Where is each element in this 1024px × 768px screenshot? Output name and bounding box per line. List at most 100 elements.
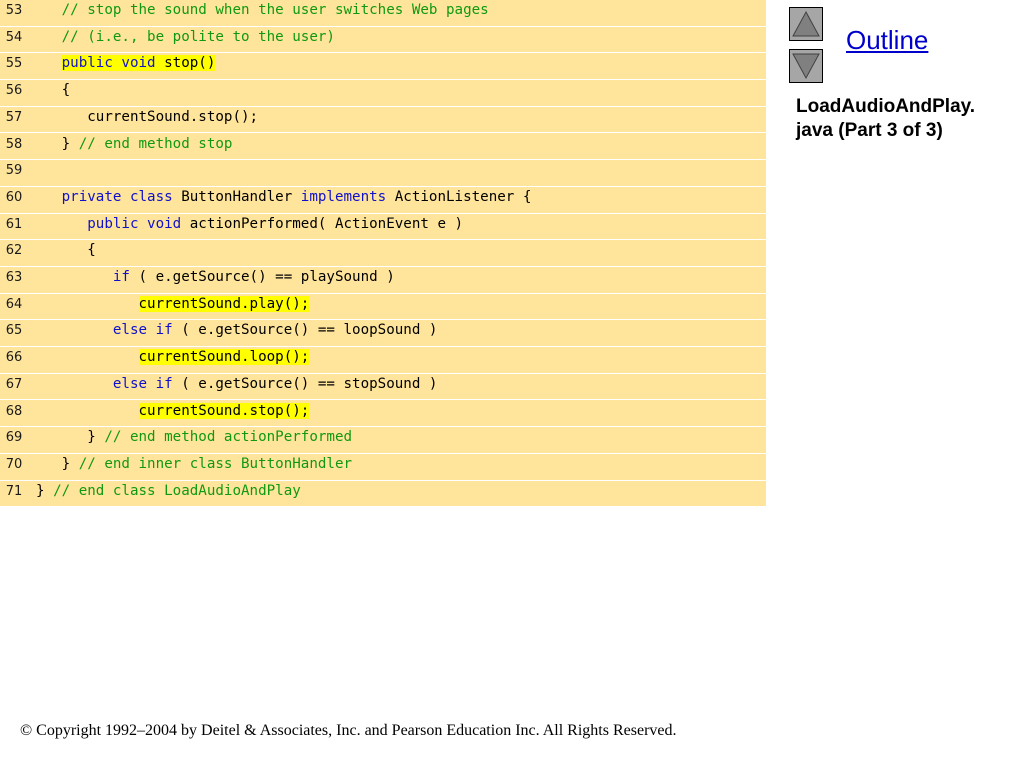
code-listing: 53 // stop the sound when the user switc…: [0, 0, 766, 506]
comment-token: // (i.e., be polite to the user): [61, 28, 335, 45]
triangle-down-icon: [792, 53, 820, 80]
line-number: 59: [5, 163, 23, 179]
code-token: stop(): [155, 55, 216, 72]
line-number: 57: [5, 109, 23, 125]
code-line: 53 // stop the sound when the user switc…: [0, 0, 766, 27]
code-text: {: [36, 240, 96, 266]
line-number: 63: [5, 270, 23, 285]
code-token: currentSound.stop();: [36, 108, 259, 125]
code-text: } // end inner class ButtonHandler: [36, 454, 352, 480]
line-number: 60: [5, 189, 23, 205]
code-text: } // end method actionPerformed: [36, 427, 352, 453]
line-number: 58: [5, 136, 23, 152]
outline-link[interactable]: Outline: [846, 25, 928, 56]
keyword-token: public void: [61, 55, 156, 72]
code-line: 61 public void actionPerformed( ActionEv…: [0, 214, 766, 241]
code-token: }: [36, 429, 105, 446]
file-title-line-2: java (Part 3 of 3): [796, 120, 943, 141]
line-number: 69: [5, 430, 23, 446]
keyword-token: if: [112, 269, 130, 285]
keyword-token: implements: [300, 188, 387, 205]
code-text: else if ( e.getSource() == stopSound ): [36, 374, 438, 400]
code-token: {: [36, 82, 71, 99]
code-text: currentSound.stop();: [36, 107, 258, 133]
code-line: 62 {: [0, 240, 766, 267]
code-token: ( e.getSource() == playSound ): [129, 269, 395, 285]
code-token: }: [36, 135, 79, 152]
code-line: 58 } // end method stop: [0, 134, 766, 161]
code-text: public void stop(): [36, 53, 216, 79]
code-text: else if ( e.getSource() == loopSound ): [36, 320, 438, 346]
code-token: ( e.getSource() == loopSound ): [172, 322, 438, 339]
comment-token: // end inner class ButtonHandler: [78, 455, 353, 472]
line-number: 56: [5, 83, 23, 99]
comment-token: // end method stop: [78, 135, 233, 152]
code-token: ( e.getSource() == stopSound ): [172, 375, 438, 392]
next-slide-button[interactable]: [789, 49, 823, 83]
code-text: {: [36, 80, 71, 106]
code-text: // stop the sound when the user switches…: [36, 0, 489, 26]
line-number: 68: [5, 403, 23, 419]
line-number: 53: [5, 3, 23, 18]
line-number: 55: [5, 56, 23, 72]
code-line: 66 currentSound.loop();: [0, 347, 766, 374]
keyword-token: else if: [112, 322, 173, 339]
code-token: {: [36, 242, 96, 259]
copyright-notice: © Copyright 1992–2004 by Deitel & Associ…: [20, 722, 677, 739]
triangle-up-icon: [792, 10, 820, 37]
comment-token: // end method actionPerformed: [104, 429, 353, 446]
code-text: currentSound.play();: [36, 294, 310, 320]
code-line: 60 private class ButtonHandler implement…: [0, 187, 766, 214]
code-line: 65 else if ( e.getSource() == loopSound …: [0, 320, 766, 348]
code-line: 55 public void stop(): [0, 53, 766, 81]
code-line: 59: [0, 160, 766, 187]
line-number: 65: [5, 323, 23, 339]
file-title-line-1: LoadAudioAndPlay.: [796, 96, 976, 117]
code-token: ActionListener {: [386, 188, 532, 205]
keyword-token: public void: [87, 215, 182, 232]
code-token: currentSound.stop();: [138, 402, 310, 419]
code-text: currentSound.loop();: [36, 347, 310, 373]
line-number: 64: [5, 296, 23, 312]
code-text: private class ButtonHandler implements A…: [36, 187, 532, 213]
comment-token: // stop the sound when the user switches…: [61, 2, 489, 18]
code-token: ButtonHandler: [172, 188, 301, 205]
code-line: 69 } // end method actionPerformed: [0, 427, 766, 454]
keyword-token: else if: [112, 375, 173, 392]
code-line: 57 currentSound.stop();: [0, 107, 766, 134]
code-line: 70 } // end inner class ButtonHandler: [0, 454, 766, 481]
file-title: LoadAudioAndPlay. java (Part 3 of 3): [796, 95, 1022, 143]
line-number: 54: [5, 29, 23, 45]
code-line: 68 currentSound.stop();: [0, 401, 766, 428]
code-token: }: [36, 482, 54, 499]
code-text: } // end class LoadAudioAndPlay: [36, 481, 301, 506]
line-number: 66: [5, 350, 23, 366]
line-number: 71: [5, 483, 23, 499]
line-number: 61: [5, 216, 23, 232]
code-token: currentSound.play();: [138, 295, 310, 312]
code-token: actionPerformed( ActionEvent e ): [181, 215, 464, 232]
code-text: currentSound.stop();: [36, 401, 310, 427]
code-line: 63 if ( e.getSource() == playSound ): [0, 267, 766, 294]
code-line: 54 // (i.e., be polite to the user): [0, 27, 766, 54]
outline-sidebar: Outline LoadAudioAndPlay. java (Part 3 o…: [766, 0, 1024, 506]
code-line: 56 {: [0, 80, 766, 107]
comment-token: // end class LoadAudioAndPlay: [53, 482, 301, 499]
code-text: if ( e.getSource() == playSound ): [36, 267, 395, 293]
code-token: currentSound.loop();: [138, 349, 310, 366]
previous-slide-button[interactable]: [789, 7, 823, 41]
line-number: 67: [5, 376, 23, 392]
line-number: 62: [5, 243, 23, 259]
code-text: public void actionPerformed( ActionEvent…: [36, 214, 463, 240]
line-number: 70: [5, 456, 23, 472]
